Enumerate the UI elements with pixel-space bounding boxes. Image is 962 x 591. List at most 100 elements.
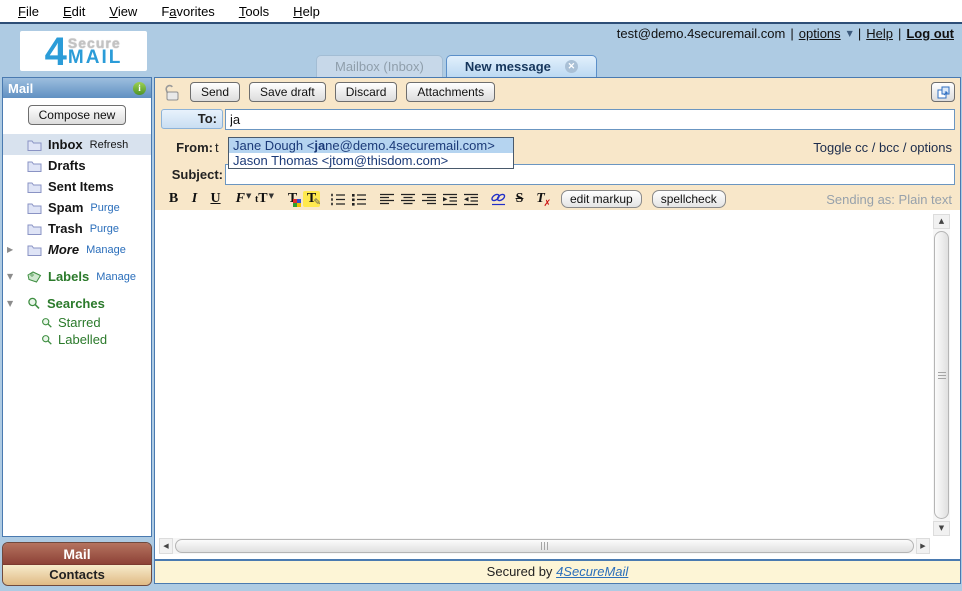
sidebar-header: Mail i [3, 78, 151, 98]
font-size-icon[interactable]: tT▼ [254, 190, 275, 208]
purge-link[interactable]: Purge [90, 223, 119, 235]
folder-icon [27, 202, 42, 214]
autocomplete-item[interactable]: Jane Dough <jane@demo.4securemail.com> [229, 138, 513, 153]
highlight-color-icon[interactable]: T✎ [303, 191, 320, 207]
autocomplete-item[interactable]: Jason Thomas <jtom@thisdom.com> [229, 153, 513, 168]
unlocked-padlock-icon [163, 84, 181, 101]
manage-link[interactable]: Manage [96, 271, 136, 283]
align-center-icon[interactable] [397, 190, 418, 208]
tab-new-message[interactable]: New message ✕ [446, 55, 597, 77]
sidebar-item-spam[interactable]: Spam Purge [3, 197, 151, 218]
horizontal-scrollbar[interactable]: ◀ ▶ [159, 538, 930, 554]
sidebar-item-drafts[interactable]: Drafts [3, 155, 151, 176]
sidebar-title: Mail [8, 81, 33, 96]
logo-mail-text: MAIL [68, 48, 122, 67]
folder-icon [27, 160, 42, 172]
app-logo: 4 Secure MAIL [20, 31, 147, 71]
app-tab-contacts[interactable]: Contacts [3, 565, 151, 585]
message-body[interactable]: ▲ ▼ ◀ ▶ [155, 210, 960, 556]
numbered-list-icon[interactable] [327, 190, 348, 208]
scrollbar-track[interactable] [173, 538, 916, 554]
format-toolbar: B I U F▼ tT▼ T T✎ S T✗ edit markup spell… [155, 188, 960, 210]
scrollbar-thumb[interactable] [175, 539, 914, 553]
menu-help[interactable]: Help [281, 2, 332, 21]
vertical-scrollbar[interactable]: ▲ ▼ [933, 214, 950, 536]
help-link[interactable]: Help [866, 26, 893, 41]
bullet-list-icon[interactable] [348, 190, 369, 208]
to-label-button[interactable]: To: [161, 109, 223, 129]
to-field-row: To: [155, 106, 960, 133]
search-icon [27, 297, 41, 310]
scroll-down-icon[interactable]: ▼ [933, 521, 950, 536]
account-email: test@demo.4securemail.com [617, 26, 786, 41]
remove-formatting-icon[interactable]: T✗ [530, 190, 551, 208]
close-tab-icon[interactable]: ✕ [565, 60, 578, 73]
font-color-icon[interactable]: T [282, 190, 303, 208]
refresh-link[interactable]: Refresh [90, 139, 129, 151]
compose-new-button[interactable]: Compose new [28, 105, 127, 125]
scrollbar-thumb[interactable] [934, 231, 949, 519]
tab-mailbox-inbox[interactable]: Mailbox (Inbox) [316, 55, 443, 77]
securemail-link[interactable]: 4SecureMail [556, 564, 628, 579]
font-face-icon[interactable]: F▼ [233, 190, 254, 208]
menu-file[interactable]: File [6, 2, 51, 21]
attachments-button[interactable]: Attachments [406, 82, 495, 102]
underline-icon[interactable]: U [205, 190, 226, 208]
compose-toolbar: Send Save draft Discard Attachments [155, 78, 960, 106]
to-input[interactable] [225, 109, 955, 130]
scroll-right-icon[interactable]: ▶ [916, 538, 930, 554]
menu-view[interactable]: View [97, 2, 149, 21]
webmail-app: { "colors": { "page_bg": "#aecbe3", "pan… [0, 0, 962, 591]
edit-markup-button[interactable]: edit markup [561, 190, 642, 208]
strikethrough-icon[interactable]: S [509, 190, 530, 208]
sidebar-item-inbox[interactable]: Inbox Refresh [3, 134, 151, 155]
options-link[interactable]: options [799, 26, 841, 41]
sidebar-item-sent-items[interactable]: Sent Items [3, 176, 151, 197]
insert-link-icon[interactable] [488, 190, 509, 208]
app-switcher: Mail Contacts [2, 542, 152, 586]
menu-favorites[interactable]: Favorites [149, 2, 226, 21]
scroll-up-icon[interactable]: ▲ [933, 214, 950, 229]
menu-tools[interactable]: Tools [227, 2, 281, 21]
secured-footer: Secured by 4SecureMail [154, 560, 961, 584]
sidebar-item-more[interactable]: ▶ More Manage [3, 239, 151, 260]
app-tab-mail[interactable]: Mail [3, 543, 151, 565]
sidebar-item-labelled[interactable]: Labelled [3, 331, 151, 348]
collapse-arrow-icon[interactable]: ▼ [7, 272, 13, 281]
open-in-new-window-button[interactable] [931, 82, 955, 102]
sidebar-item-trash[interactable]: Trash Purge [3, 218, 151, 239]
scrollbar-track[interactable] [933, 229, 950, 521]
manage-link[interactable]: Manage [86, 244, 126, 256]
toggle-cc-bcc-options-link[interactable]: Toggle cc / bcc / options [813, 140, 952, 155]
sidebar-item-labels[interactable]: ▼ Labels Manage [3, 266, 151, 287]
scrollbar-grip [541, 542, 549, 550]
purge-link[interactable]: Purge [90, 202, 119, 214]
send-button[interactable]: Send [190, 82, 240, 102]
logout-link[interactable]: Log out [906, 26, 954, 41]
subject-label: Subject: [161, 167, 223, 182]
folder-icon [27, 181, 42, 193]
secured-by-text: Secured by [487, 564, 553, 579]
from-value: t [215, 140, 219, 155]
scroll-left-icon[interactable]: ◀ [159, 538, 173, 554]
collapse-arrow-icon[interactable]: ▼ [7, 299, 13, 308]
help-info-icon[interactable]: i [133, 82, 146, 95]
save-draft-button[interactable]: Save draft [249, 82, 326, 102]
outdent-icon[interactable] [460, 190, 481, 208]
separator: | [858, 26, 861, 41]
bold-icon[interactable]: B [163, 190, 184, 208]
align-right-icon[interactable] [418, 190, 439, 208]
italic-icon[interactable]: I [184, 190, 205, 208]
folder-icon [27, 223, 42, 235]
folder-icon [27, 244, 42, 256]
expand-arrow-icon[interactable]: ▶ [7, 245, 13, 254]
indent-icon[interactable] [439, 190, 460, 208]
sidebar-item-searches[interactable]: ▼ Searches [3, 293, 151, 314]
align-left-icon[interactable] [376, 190, 397, 208]
sending-as-status: Sending as: Plain text [826, 192, 952, 207]
search-icon [41, 334, 53, 346]
discard-button[interactable]: Discard [335, 82, 398, 102]
sidebar-item-starred[interactable]: Starred [3, 314, 151, 331]
menu-edit[interactable]: Edit [51, 2, 97, 21]
spellcheck-button[interactable]: spellcheck [652, 190, 726, 208]
